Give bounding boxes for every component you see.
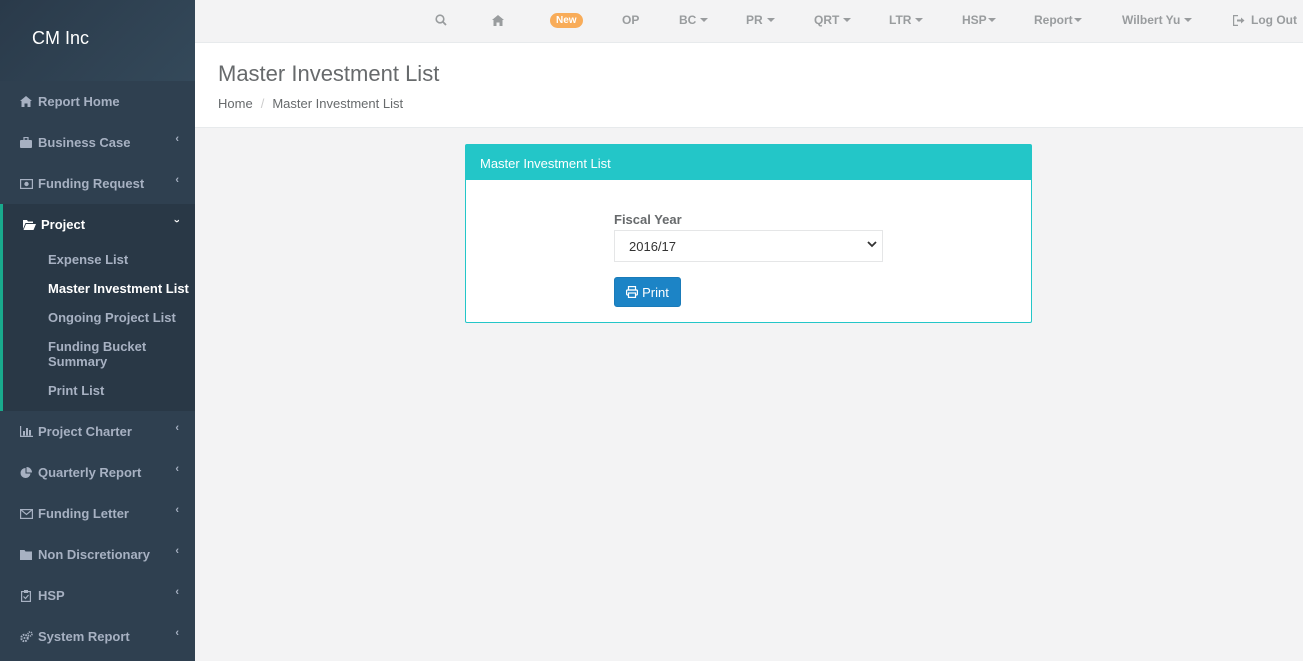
chevron-left-icon: ‹: [175, 463, 179, 475]
chevron-down-icon: [867, 239, 877, 251]
money-icon: [19, 177, 33, 191]
breadcrumb: Home / Master Investment List: [218, 96, 1303, 111]
nav-bc-label: BC: [679, 13, 697, 27]
new-badge: New: [550, 12, 583, 28]
chevron-left-icon: ‹: [175, 545, 179, 557]
sidebar-item-hsp[interactable]: HSP ‹: [0, 575, 195, 616]
fiscal-year-select[interactable]: 2016/17: [614, 230, 883, 262]
chevron-left-icon: ‹: [175, 133, 179, 145]
folder-open-icon: [22, 218, 36, 232]
nav-bc-dropdown[interactable]: BC: [679, 0, 709, 40]
nav-pr-dropdown[interactable]: PR: [746, 0, 775, 40]
nav-op-label: OP: [622, 13, 640, 27]
sidebar-item-label: HSP: [38, 588, 65, 603]
chevron-left-icon: ‹: [175, 422, 179, 434]
sidebar-subitem-master-investment-list[interactable]: Master Investment List: [3, 274, 195, 303]
sidebar-item-quarterly-report[interactable]: Quarterly Report ‹: [0, 452, 195, 493]
panel-title: Master Investment List: [480, 156, 611, 171]
nav-qrt-label: QRT: [814, 13, 840, 27]
sidebar-section-project: Project ‹ Expense List Master Investment…: [0, 204, 195, 411]
print-button[interactable]: Print: [614, 277, 681, 307]
print-icon: [626, 286, 639, 298]
nav-hsp-dropdown[interactable]: HSP: [962, 0, 996, 40]
chevron-left-icon: ‹: [175, 174, 179, 186]
sign-out-icon: [1233, 14, 1245, 26]
nav-qrt-dropdown[interactable]: QRT: [814, 0, 852, 40]
sidebar-item-funding-request[interactable]: Funding Request ‹: [0, 163, 195, 204]
clipboard-icon: [19, 589, 33, 603]
sidebar-subitem-funding-bucket-summary[interactable]: Funding Bucket Summary: [3, 332, 153, 376]
home-icon: [19, 95, 33, 109]
sidebar-item-label: Quarterly Report: [38, 465, 142, 480]
sidebar-subitem-print-list[interactable]: Print List: [3, 376, 195, 405]
fiscal-year-value: 2016/17: [629, 239, 676, 254]
top-navbar: New OP BC PR QRT LTR HSP Report Wilbert …: [195, 0, 1303, 43]
folder-icon: [19, 548, 33, 562]
sidebar-item-label: Project Charter: [38, 424, 132, 439]
sidebar-item-label: Non Discretionary: [38, 547, 150, 562]
briefcase-icon: [19, 136, 33, 150]
breadcrumb-home-link[interactable]: Home: [218, 96, 253, 111]
sidebar-item-label: Business Case: [38, 135, 131, 150]
nav-ltr-dropdown[interactable]: LTR: [889, 0, 924, 40]
home-icon: [492, 14, 504, 26]
nav-report-dropdown[interactable]: Report: [1034, 0, 1082, 40]
sidebar-item-non-discretionary[interactable]: Non Discretionary ‹: [0, 534, 195, 575]
logout-button[interactable]: Log Out: [1233, 0, 1297, 40]
caret-down-icon: [1184, 18, 1193, 22]
sidebar-subitem-expense-list[interactable]: Expense List: [3, 245, 195, 274]
chevron-down-icon: ‹: [171, 219, 184, 223]
sidebar-item-system-report[interactable]: System Report ‹: [0, 616, 195, 657]
panel-header: Master Investment List: [466, 145, 1031, 180]
caret-down-icon: [915, 18, 924, 22]
sidebar-item-project-charter[interactable]: Project Charter ‹: [0, 411, 195, 452]
caret-down-icon: [1073, 18, 1082, 22]
search-icon: [435, 14, 447, 26]
sidebar-item-funding-letter[interactable]: Funding Letter ‹: [0, 493, 195, 534]
sidebar: CM Inc Report Home Business Case ‹ Fundi…: [0, 0, 195, 661]
sidebar-item-label: Project: [41, 217, 86, 232]
home-button[interactable]: [492, 0, 504, 40]
user-menu-dropdown[interactable]: Wilbert Yu: [1122, 0, 1193, 40]
sidebar-item-label: Funding Letter: [38, 506, 129, 521]
nav-op[interactable]: OP: [622, 0, 639, 40]
print-label: Print: [642, 284, 669, 300]
sidebar-item-business-case[interactable]: Business Case ‹: [0, 122, 195, 163]
new-nav[interactable]: New: [550, 0, 583, 40]
nav-pr-label: PR: [746, 13, 763, 27]
nav-report-label: Report: [1034, 13, 1073, 27]
logout-label: Log Out: [1251, 13, 1297, 27]
caret-down-icon: [766, 18, 775, 22]
fiscal-year-label: Fiscal Year: [614, 212, 682, 227]
brand-header: CM Inc: [0, 0, 195, 81]
sidebar-item-label: Report Home: [38, 94, 120, 109]
search-button[interactable]: [435, 0, 447, 40]
caret-down-icon: [987, 18, 996, 22]
pie-chart-icon: [19, 466, 33, 480]
sidebar-item-report-home[interactable]: Report Home: [0, 81, 195, 122]
brand-name[interactable]: CM Inc: [32, 28, 89, 48]
breadcrumb-current: Master Investment List: [272, 96, 404, 111]
envelope-icon: [19, 507, 33, 521]
user-name: Wilbert Yu: [1122, 13, 1181, 27]
caret-down-icon: [700, 18, 709, 22]
sidebar-item-label: System Report: [38, 629, 130, 644]
nav-ltr-label: LTR: [889, 13, 912, 27]
caret-down-icon: [843, 18, 852, 22]
sidebar-item-project[interactable]: Project ‹: [3, 204, 195, 245]
cogs-icon: [19, 630, 33, 644]
breadcrumb-separator: /: [260, 96, 265, 111]
chevron-left-icon: ‹: [175, 586, 179, 598]
page-heading: Master Investment List Home / Master Inves…: [195, 43, 1303, 128]
sidebar-subitem-ongoing-project-list[interactable]: Ongoing Project List: [3, 303, 195, 332]
chevron-left-icon: ‹: [175, 504, 179, 516]
sidebar-item-label: Funding Request: [38, 176, 145, 191]
chevron-left-icon: ‹: [175, 627, 179, 639]
bar-chart-icon: [19, 425, 33, 439]
report-panel: Master Investment List Fiscal Year 2016/…: [465, 144, 1032, 323]
nav-hsp-label: HSP: [962, 13, 987, 27]
page-title: Master Investment List: [218, 61, 440, 86]
